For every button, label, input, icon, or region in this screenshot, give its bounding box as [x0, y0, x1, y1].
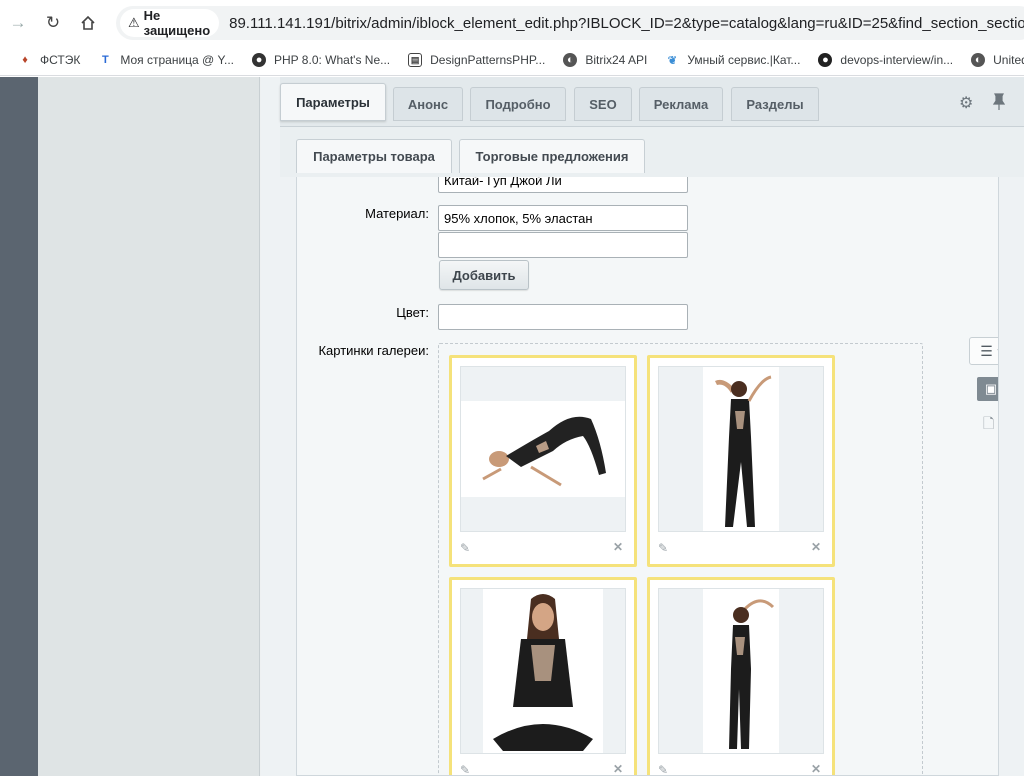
tab-trade-offers[interactable]: Торговые предложения — [459, 139, 645, 173]
bookmark-bitrix24-api[interactable]: ◐ Bitrix24 API — [563, 53, 647, 67]
bookmark-label: Bitrix24 API — [585, 53, 648, 67]
tab-label: Параметры — [296, 94, 370, 110]
reload-icon[interactable]: ↻ — [44, 13, 62, 32]
sub-tabs: Параметры товара Торговые предложения — [280, 127, 1024, 177]
tab-label: SEO — [589, 96, 617, 112]
bookmark-smart-service[interactable]: ❦ Умный сервис.|Кат... — [665, 53, 801, 67]
bookmark-php8[interactable]: ● PHP 8.0: What's Ne... — [252, 53, 390, 67]
bookmark-fstek[interactable]: ♦ ФСТЭК — [18, 53, 80, 67]
warning-icon: ⚠ — [128, 15, 140, 30]
gallery-image-3[interactable]: ✎ ✕ — [449, 577, 637, 775]
bookmarks-bar: ♦ ФСТЭК T Моя страница @ Y... ● PHP 8.0:… — [0, 45, 1024, 76]
gallery-image-1[interactable]: ✎ ✕ — [449, 355, 637, 567]
close-icon[interactable]: ✕ — [811, 540, 821, 554]
tab-parameters[interactable]: Параметры — [280, 83, 386, 121]
gear-icon[interactable]: ⚙ — [959, 93, 973, 113]
element-edit-form: Параметры Анонс Подробно SEO Реклама Раз… — [261, 77, 1024, 776]
color-field[interactable] — [438, 304, 688, 330]
image-view-icon[interactable]: ▣ — [977, 377, 998, 401]
edit-icon[interactable]: ✎ — [460, 541, 470, 555]
material-field-1[interactable] — [438, 205, 688, 231]
tab-label: Торговые предложения — [475, 149, 629, 164]
color-label: Цвет: — [396, 305, 429, 320]
bookmark-label: ФСТЭК — [40, 53, 81, 67]
gallery-dropzone[interactable]: ✎ ✕ ✎ ✕ ✎ ✕ ✎ ✕ — [438, 343, 923, 775]
security-chip[interactable]: ⚠ Не защищено — [120, 8, 220, 38]
tab-label: Параметры товара — [313, 149, 435, 164]
url-text[interactable]: 89.111.141.191/bitrix/admin/iblock_eleme… — [229, 15, 1024, 32]
tab-advertising[interactable]: Реклама — [639, 87, 723, 121]
globe-icon: ◐ — [563, 53, 578, 67]
shield-icon: ♦ — [22, 54, 28, 66]
bookmark-label: DesignPatternsPHP... — [430, 53, 546, 67]
gallery-label: Картинки галереи: — [318, 343, 429, 358]
gallery-image-4[interactable]: ✎ ✕ — [647, 577, 835, 775]
bookmark-label: United — [993, 53, 1024, 67]
tab-announce[interactable]: Анонс — [393, 87, 463, 121]
edit-icon[interactable]: ✎ — [658, 541, 668, 555]
gallery-image-2[interactable]: ✎ ✕ — [647, 355, 835, 567]
photo — [461, 401, 625, 497]
bookmark-label: Моя страница @ Y... — [120, 53, 235, 67]
chevron-down-icon: ▼ — [996, 347, 998, 356]
image-thumbnail — [460, 366, 626, 532]
close-icon[interactable]: ✕ — [811, 762, 821, 775]
photo — [483, 589, 603, 753]
close-icon[interactable]: ✕ — [613, 762, 623, 775]
globe-icon: ◐ — [971, 53, 986, 67]
close-icon[interactable]: ✕ — [613, 540, 623, 554]
image-thumbnail — [460, 588, 626, 754]
tab-label: Разделы — [746, 96, 804, 112]
edit-icon[interactable]: ✎ — [460, 763, 470, 775]
image-thumbnail — [658, 366, 824, 532]
tab-product-parameters[interactable]: Параметры товара — [296, 139, 452, 173]
material-field-2[interactable] — [438, 232, 688, 258]
bookmark-label: devops-interview/in... — [840, 53, 954, 67]
image-thumbnail — [658, 588, 824, 754]
bookmark-my-page[interactable]: T Моя страница @ Y... — [98, 53, 234, 67]
browser-toolbar: → ↻ ⚠ Не защищено 89.111.141.191/bitrix/… — [0, 0, 1024, 45]
material-label: Материал: — [365, 206, 429, 221]
add-button[interactable]: Добавить — [439, 260, 529, 290]
address-bar[interactable]: ⚠ Не защищено 89.111.141.191/bitrix/admi… — [116, 6, 1024, 40]
elephant-icon: ● — [252, 53, 267, 67]
drops-icon: ❦ — [667, 54, 677, 67]
photo — [703, 367, 779, 531]
t-logo-icon: T — [101, 54, 109, 66]
tab-seo[interactable]: SEO — [574, 87, 632, 121]
bookmark-label: PHP 8.0: What's Ne... — [274, 53, 391, 67]
edit-icon[interactable]: ✎ — [658, 763, 668, 775]
github-icon: ● — [818, 53, 833, 67]
tab-label: Реклама — [653, 96, 709, 112]
pin-icon[interactable] — [992, 93, 1006, 116]
tab-label: Анонс — [407, 96, 449, 112]
main-tabs: Параметры Анонс Подробно SEO Реклама Раз… — [280, 77, 1024, 127]
bookmark-united[interactable]: ◐ United — [971, 53, 1024, 67]
photo — [703, 589, 779, 753]
admin-page: Параметры Анонс Подробно SEO Реклама Раз… — [0, 77, 1024, 776]
file-view-icon[interactable]: 🗋 — [983, 413, 994, 437]
home-icon[interactable] — [79, 14, 97, 32]
security-label: Не защищено — [143, 8, 211, 38]
list-menu-button[interactable]: ☰ ▼ — [969, 337, 998, 365]
properties-panel: Материал: Добавить Цвет: Картинки галере… — [296, 177, 999, 776]
bookmark-devops-interview[interactable]: ● devops-interview/in... — [818, 53, 953, 67]
cut-off-field[interactable] — [438, 177, 688, 193]
bookmark-label: Умный сервис.|Кат... — [687, 53, 801, 67]
book-icon: ▤ — [408, 53, 423, 67]
admin-left-rail — [0, 77, 38, 776]
back-arrow-icon[interactable]: → — [9, 13, 27, 32]
bookmark-design-patterns[interactable]: ▤ DesignPatternsPHP... — [408, 53, 545, 67]
tab-label: Подробно — [485, 96, 551, 112]
tab-sections[interactable]: Разделы — [731, 87, 819, 121]
tab-detail[interactable]: Подробно — [470, 87, 566, 121]
admin-menu-panel — [38, 77, 260, 776]
